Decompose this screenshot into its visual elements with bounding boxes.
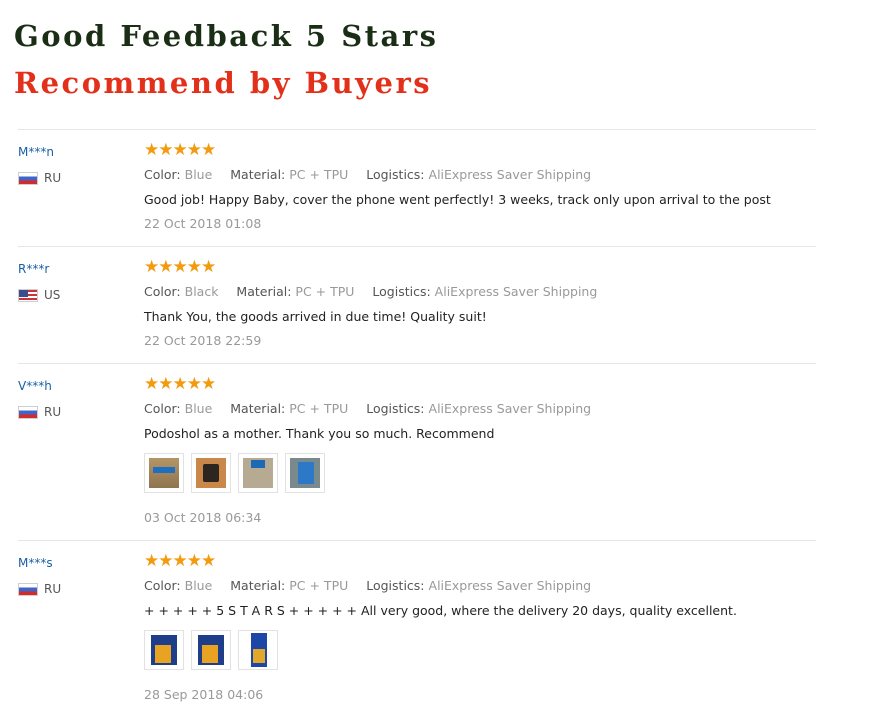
logistics-value: AliExpress Saver Shipping	[428, 167, 592, 182]
color-label: Color:	[144, 284, 181, 299]
material-label: Material:	[230, 401, 286, 416]
usa-flag-icon	[18, 288, 38, 302]
color-value: Blue	[184, 578, 213, 593]
material-value: PC + TPU	[289, 578, 349, 593]
material-value: PC + TPU	[295, 284, 355, 299]
review-text: + + + + + 5 S T A R S + + + + + All very…	[144, 603, 737, 618]
country-code: US	[44, 288, 61, 302]
buyer-country: US	[18, 288, 60, 302]
color-value: Blue	[184, 401, 213, 416]
review-date: 22 Oct 2018 01:08	[144, 216, 262, 231]
color-label: Color:	[144, 167, 181, 182]
review-text: Thank You, the goods arrived in due time…	[144, 309, 487, 324]
order-attributes: Color: Blue Material: PC + TPU Logistics…	[144, 167, 591, 182]
russia-flag-icon	[18, 405, 38, 419]
russia-flag-icon	[18, 171, 38, 185]
review-item: V***h RU ★★★★★ Color: Blue Material: PC …	[18, 363, 816, 540]
review-text: Good job! Happy Baby, cover the phone we…	[144, 192, 771, 207]
review-item: M***s RU ★★★★★ Color: Blue Material: PC …	[18, 540, 816, 717]
order-attributes: Color: Blue Material: PC + TPU Logistics…	[144, 401, 591, 416]
material-value: PC + TPU	[289, 401, 349, 416]
star-rating: ★★★★★	[144, 551, 216, 571]
review-photos	[144, 630, 278, 670]
review-photo-thumbnail[interactable]	[238, 630, 278, 670]
color-value: Black	[184, 284, 219, 299]
review-photo-thumbnail[interactable]	[285, 453, 325, 493]
logistics-value: AliExpress Saver Shipping	[428, 578, 592, 593]
order-attributes: Color: Black Material: PC + TPU Logistic…	[144, 284, 597, 299]
review-date: 03 Oct 2018 06:34	[144, 510, 262, 525]
review-date: 22 Oct 2018 22:59	[144, 333, 262, 348]
page-subheading: Recommend by Buyers	[14, 66, 433, 100]
page-heading: Good Feedback 5 Stars	[14, 19, 439, 53]
color-label: Color:	[144, 578, 181, 593]
logistics-value: AliExpress Saver Shipping	[434, 284, 598, 299]
material-value: PC + TPU	[289, 167, 349, 182]
star-rating: ★★★★★	[144, 257, 216, 277]
buyer-country: RU	[18, 582, 61, 596]
logistics-label: Logistics:	[366, 578, 425, 593]
color-label: Color:	[144, 401, 181, 416]
review-photo-thumbnail[interactable]	[191, 453, 231, 493]
buyer-country: RU	[18, 171, 61, 185]
review-date: 28 Sep 2018 04:06	[144, 687, 264, 702]
review-photo-thumbnail[interactable]	[144, 453, 184, 493]
buyer-country: RU	[18, 405, 61, 419]
review-photo-thumbnail[interactable]	[191, 630, 231, 670]
country-code: RU	[44, 405, 62, 419]
logistics-label: Logistics:	[366, 167, 425, 182]
material-label: Material:	[230, 167, 286, 182]
logistics-label: Logistics:	[366, 401, 425, 416]
material-label: Material:	[230, 578, 286, 593]
review-text: Podoshol as a mother. Thank you so much.…	[144, 426, 495, 441]
order-attributes: Color: Blue Material: PC + TPU Logistics…	[144, 578, 591, 593]
color-value: Blue	[184, 167, 213, 182]
review-photo-thumbnail[interactable]	[238, 453, 278, 493]
buyer-name[interactable]: R***r	[18, 262, 49, 276]
country-code: RU	[44, 171, 62, 185]
russia-flag-icon	[18, 582, 38, 596]
buyer-name[interactable]: M***n	[18, 145, 54, 159]
review-photos	[144, 453, 325, 493]
logistics-value: AliExpress Saver Shipping	[428, 401, 592, 416]
buyer-name[interactable]: V***h	[18, 379, 52, 393]
buyer-name[interactable]: M***s	[18, 556, 53, 570]
logistics-label: Logistics:	[372, 284, 431, 299]
material-label: Material:	[236, 284, 292, 299]
country-code: RU	[44, 582, 62, 596]
star-rating: ★★★★★	[144, 140, 216, 160]
review-item: R***r US ★★★★★ Color: Black Material: PC…	[18, 246, 816, 363]
star-rating: ★★★★★	[144, 374, 216, 394]
review-item: M***n RU ★★★★★ Color: Blue Material: PC …	[18, 129, 816, 246]
review-photo-thumbnail[interactable]	[144, 630, 184, 670]
